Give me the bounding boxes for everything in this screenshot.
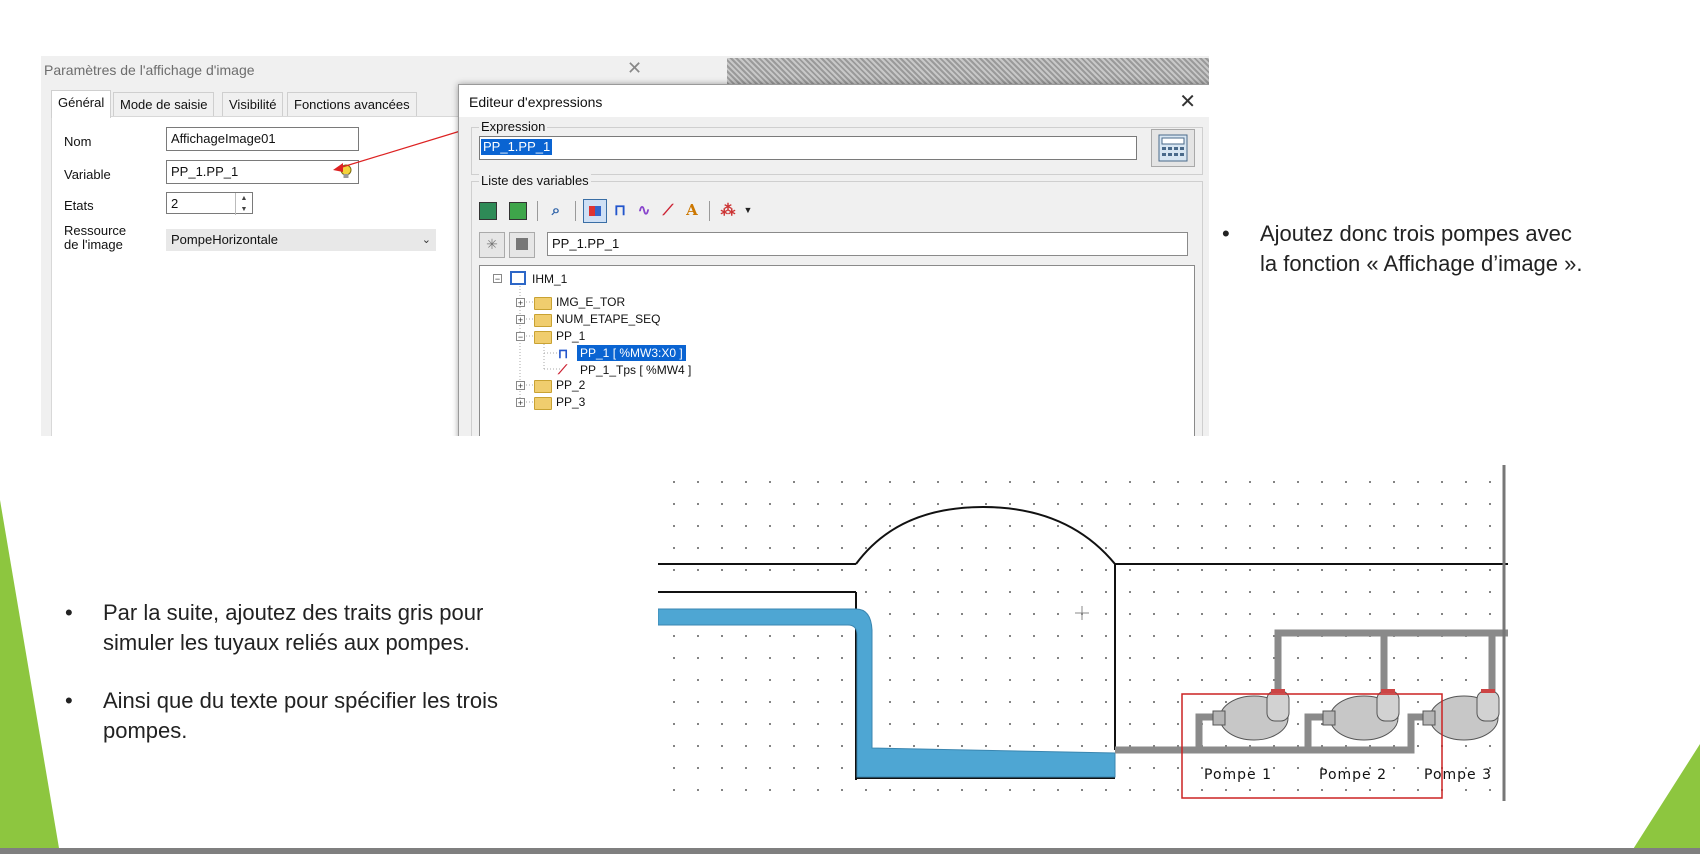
tab-visibilite[interactable]: Visibilité bbox=[222, 92, 284, 117]
digital-signal-icon[interactable]: ⊓ bbox=[609, 199, 631, 221]
structure-icon[interactable]: ⁂ bbox=[717, 199, 739, 221]
variables-tree[interactable]: − IHM_1 + IMG_E_TOR + NUM_ETAPE_SEQ − PP… bbox=[479, 265, 1195, 436]
filter-input[interactable]: PP_1.PP_1 bbox=[547, 232, 1188, 256]
bullet-right-line1: Ajoutez donc trois pompes avec bbox=[1260, 221, 1572, 246]
variable-value: PP_1.PP_1 bbox=[171, 164, 239, 179]
expand-icon[interactable]: + bbox=[516, 315, 525, 325]
calculator-icon bbox=[1158, 134, 1188, 162]
bullet-left-b-line1: Ainsi que du texte pour spécifier les tr… bbox=[103, 688, 498, 713]
nom-label: Nom bbox=[64, 134, 92, 149]
toolbar-separator bbox=[709, 201, 710, 221]
slide-accent-right bbox=[1630, 744, 1700, 854]
project-icon bbox=[510, 271, 526, 285]
canvas-hatch bbox=[727, 58, 1209, 84]
bullet-left-b-line2: pompes. bbox=[103, 718, 188, 743]
folder-icon bbox=[534, 297, 552, 310]
bullet-symbol: • bbox=[65, 600, 73, 625]
dropdown-arrow-icon[interactable]: ▼ bbox=[737, 199, 759, 221]
tag-icon[interactable] bbox=[479, 202, 497, 220]
tree-item-num-etape-seq[interactable]: NUM_ETAPE_SEQ bbox=[556, 311, 660, 327]
toolbar-separator bbox=[575, 201, 576, 221]
expand-icon[interactable]: + bbox=[516, 381, 525, 391]
params-close-icon[interactable]: ✕ bbox=[627, 58, 642, 79]
slide-accent-left bbox=[0, 500, 60, 854]
numeric-icon: ⟋ bbox=[558, 362, 568, 377]
etats-value: 2 bbox=[171, 196, 179, 211]
variables-label: Liste des variables bbox=[479, 173, 591, 188]
bullet-left-a-line1: Par la suite, ajoutez des traits gris po… bbox=[103, 600, 484, 625]
slide-bottom-bar bbox=[0, 848, 1700, 854]
search-icon[interactable]: ⌕ bbox=[545, 199, 567, 221]
ressource-label-line2: de l'image bbox=[64, 237, 123, 252]
tree-item-pp-2[interactable]: PP_2 bbox=[556, 377, 585, 393]
expression-input[interactable]: PP_1.PP_1 bbox=[479, 136, 1137, 160]
folder-icon bbox=[534, 380, 552, 393]
folder-icon bbox=[534, 397, 552, 410]
annotation-arrow bbox=[333, 128, 468, 172]
bullet-left-group: • Par la suite, ajoutez des traits gris … bbox=[65, 598, 498, 746]
ressource-select[interactable]: PompeHorizontale ⌄ bbox=[166, 229, 436, 251]
screenshot-schematic: Pompe 1 Pompe 2 Pompe 3 bbox=[658, 465, 1508, 801]
tree-item-pp-3[interactable]: PP_3 bbox=[556, 394, 585, 410]
bullet-right: • Ajoutez donc trois pompes avec la fonc… bbox=[1222, 219, 1582, 279]
spin-down-icon[interactable]: ▼ bbox=[236, 204, 252, 215]
tank-diagram bbox=[658, 465, 1508, 801]
bullet-symbol: • bbox=[65, 688, 73, 713]
etats-stepper[interactable]: 2 ▲ ▼ bbox=[166, 192, 253, 215]
expand-icon[interactable]: + bbox=[516, 298, 525, 308]
collapse-icon[interactable]: − bbox=[516, 332, 525, 342]
pump-label-2: Pompe 2 bbox=[1319, 767, 1388, 783]
tree-item-img-e-tor[interactable]: IMG_E_TOR bbox=[556, 294, 625, 310]
toolbar-separator bbox=[537, 201, 538, 221]
bullet-symbol: • bbox=[1222, 221, 1230, 246]
folder-open-icon bbox=[534, 331, 552, 344]
bullet-right-line2: la fonction « Affichage d’image ». bbox=[1260, 251, 1583, 276]
all-types-icon[interactable] bbox=[583, 199, 607, 223]
text-type-icon[interactable]: A bbox=[681, 199, 703, 221]
tag-group-icon[interactable] bbox=[509, 202, 527, 220]
pump-label-3: Pompe 3 bbox=[1424, 767, 1493, 783]
digital-signal-icon: ⊓ bbox=[558, 346, 569, 361]
expression-editor-dialog: Editeur d'expressions ✕ Expression PP_1.… bbox=[458, 84, 1209, 436]
pump-label-1: Pompe 1 bbox=[1204, 767, 1273, 783]
etats-spin-buttons[interactable]: ▲ ▼ bbox=[235, 193, 252, 215]
chevron-down-icon: ⌄ bbox=[421, 234, 431, 246]
analog-signal-icon[interactable]: ∿ bbox=[633, 199, 655, 221]
tree-item-pp-1[interactable]: PP_1 bbox=[556, 328, 585, 344]
tab-general[interactable]: Général bbox=[51, 90, 112, 118]
expression-selected-text: PP_1.PP_1 bbox=[481, 139, 553, 155]
spin-up-icon[interactable]: ▲ bbox=[236, 193, 252, 204]
ressource-value: PompeHorizontale bbox=[171, 232, 278, 247]
screenshot-dialogs: Paramètres de l'affichage d'image ✕ Géné… bbox=[41, 56, 1209, 436]
tree-item-pp-1-tps[interactable]: PP_1_Tps [ %MW4 ] bbox=[580, 362, 691, 378]
ressource-label-line1: Ressource bbox=[64, 223, 127, 238]
variable-label: Variable bbox=[64, 167, 111, 182]
bullet-left-a-line2: simuler les tuyaux reliés aux pompes. bbox=[103, 630, 470, 655]
pump-icons bbox=[1212, 689, 1500, 741]
asterisk-icon[interactable]: ✳ bbox=[479, 232, 505, 258]
ressource-label: Ressource de l'image bbox=[64, 224, 126, 252]
tree-item-root[interactable]: IHM_1 bbox=[532, 271, 567, 287]
expr-close-icon[interactable]: ✕ bbox=[1179, 89, 1196, 114]
folder-icon bbox=[534, 314, 552, 327]
params-dialog-title: Paramètres de l'affichage d'image bbox=[44, 62, 255, 78]
collapse-icon[interactable]: − bbox=[493, 274, 502, 284]
tab-fonctions-avancees[interactable]: Fonctions avancées bbox=[287, 92, 417, 117]
expand-icon[interactable]: + bbox=[516, 398, 525, 408]
tree-item-pp-1-bit[interactable]: PP_1 [ %MW3:X0 ] bbox=[577, 345, 686, 361]
tab-mode-saisie[interactable]: Mode de saisie bbox=[113, 92, 215, 117]
expr-dialog-title: Editeur d'expressions bbox=[469, 94, 603, 110]
calculator-button[interactable] bbox=[1151, 129, 1195, 167]
filter-icon[interactable] bbox=[509, 232, 535, 258]
etats-label: Etats bbox=[64, 198, 94, 213]
numeric-icon[interactable]: ⟋ bbox=[657, 199, 679, 221]
expression-label: Expression bbox=[479, 119, 548, 134]
